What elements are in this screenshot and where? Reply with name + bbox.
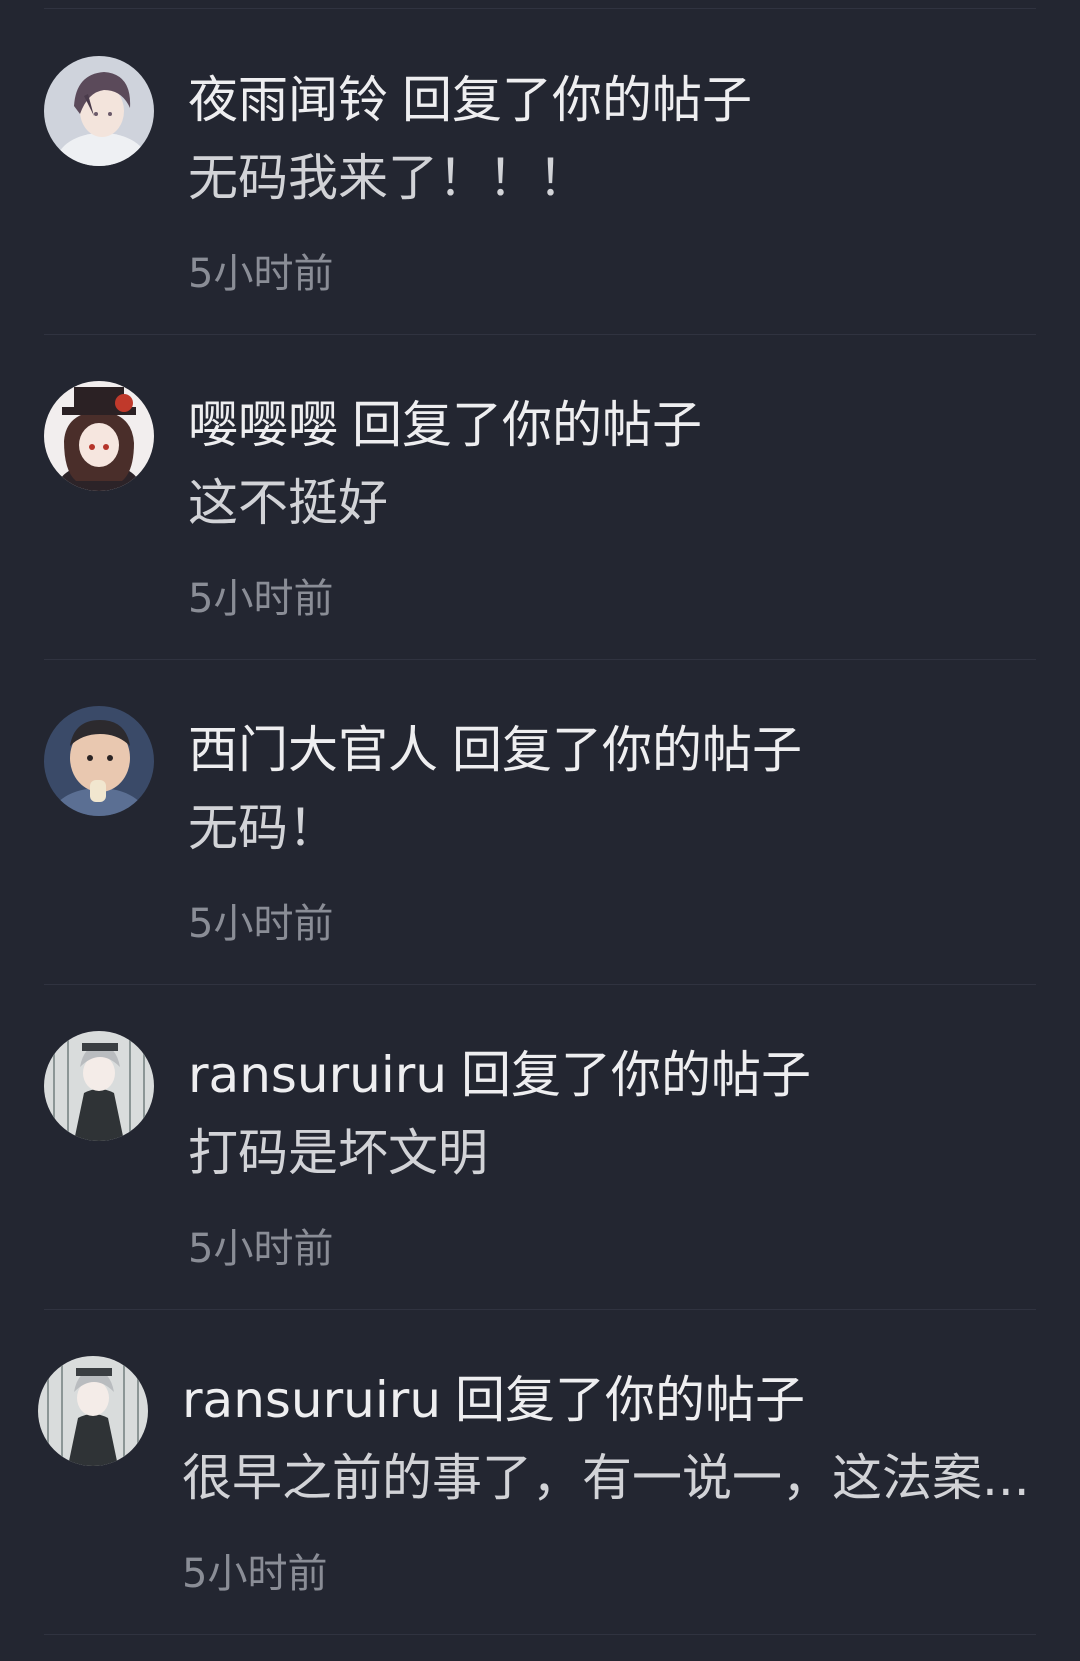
notification-title: 西门大官人 回复了你的帖子 bbox=[188, 718, 802, 782]
timestamp: 5小时前 bbox=[188, 251, 334, 297]
reply-content: 很早之前的事了，有一说一，这法案... bbox=[182, 1449, 1030, 1507]
username[interactable]: ransuruiru bbox=[182, 1371, 441, 1429]
username[interactable]: 西门大官人 bbox=[188, 721, 438, 779]
action-text: 回复了你的帖子 bbox=[352, 396, 702, 454]
action-text: 回复了你的帖子 bbox=[461, 1046, 812, 1104]
reply-content: 这不挺好 bbox=[188, 474, 388, 532]
anime-gothic-avatar-icon[interactable] bbox=[38, 1356, 148, 1466]
notification-item[interactable]: 夜雨闻铃 回复了你的帖子 无码我来了！！！ 5小时前 bbox=[0, 10, 1080, 335]
timestamp: 5小时前 bbox=[182, 1551, 328, 1597]
anime-girl-hat-avatar-icon[interactable] bbox=[44, 381, 154, 491]
reply-content: 打码是坏文明 bbox=[188, 1124, 488, 1182]
username[interactable]: ransuruiru bbox=[188, 1046, 447, 1104]
notification-item[interactable]: 西门大官人 回复了你的帖子 无码！ 5小时前 bbox=[0, 660, 1080, 985]
notification-title: ransuruiru 回复了你的帖子 bbox=[188, 1043, 811, 1107]
username[interactable]: 嘤嘤嘤 bbox=[188, 396, 338, 454]
timestamp: 5小时前 bbox=[188, 901, 334, 947]
action-text: 回复了你的帖子 bbox=[455, 1371, 806, 1429]
notification-title: 夜雨闻铃 回复了你的帖子 bbox=[188, 68, 752, 132]
action-text: 回复了你的帖子 bbox=[452, 721, 802, 779]
baby-photo-avatar-icon[interactable] bbox=[44, 706, 154, 816]
top-divider bbox=[44, 8, 1036, 9]
reply-content: 无码我来了！！！ bbox=[188, 149, 588, 207]
item-divider bbox=[44, 1634, 1036, 1635]
notification-item[interactable]: ransuruiru 回复了你的帖子 打码是坏文明 5小时前 bbox=[0, 985, 1080, 1310]
username[interactable]: 夜雨闻铃 bbox=[188, 71, 388, 129]
reply-content: 无码！ bbox=[188, 799, 338, 857]
anime-boy-avatar-icon[interactable] bbox=[44, 56, 154, 166]
notification-title: ransuruiru 回复了你的帖子 bbox=[182, 1368, 805, 1432]
timestamp: 5小时前 bbox=[188, 1226, 334, 1272]
notification-item[interactable]: 嘤嘤嘤 回复了你的帖子 这不挺好 5小时前 bbox=[0, 335, 1080, 660]
notification-title: 嘤嘤嘤 回复了你的帖子 bbox=[188, 393, 702, 457]
notification-item[interactable]: ransuruiru 回复了你的帖子 很早之前的事了，有一说一，这法案... 5小… bbox=[0, 1310, 1080, 1635]
action-text: 回复了你的帖子 bbox=[402, 71, 752, 129]
timestamp: 5小时前 bbox=[188, 576, 334, 622]
anime-gothic-avatar-icon[interactable] bbox=[44, 1031, 154, 1141]
